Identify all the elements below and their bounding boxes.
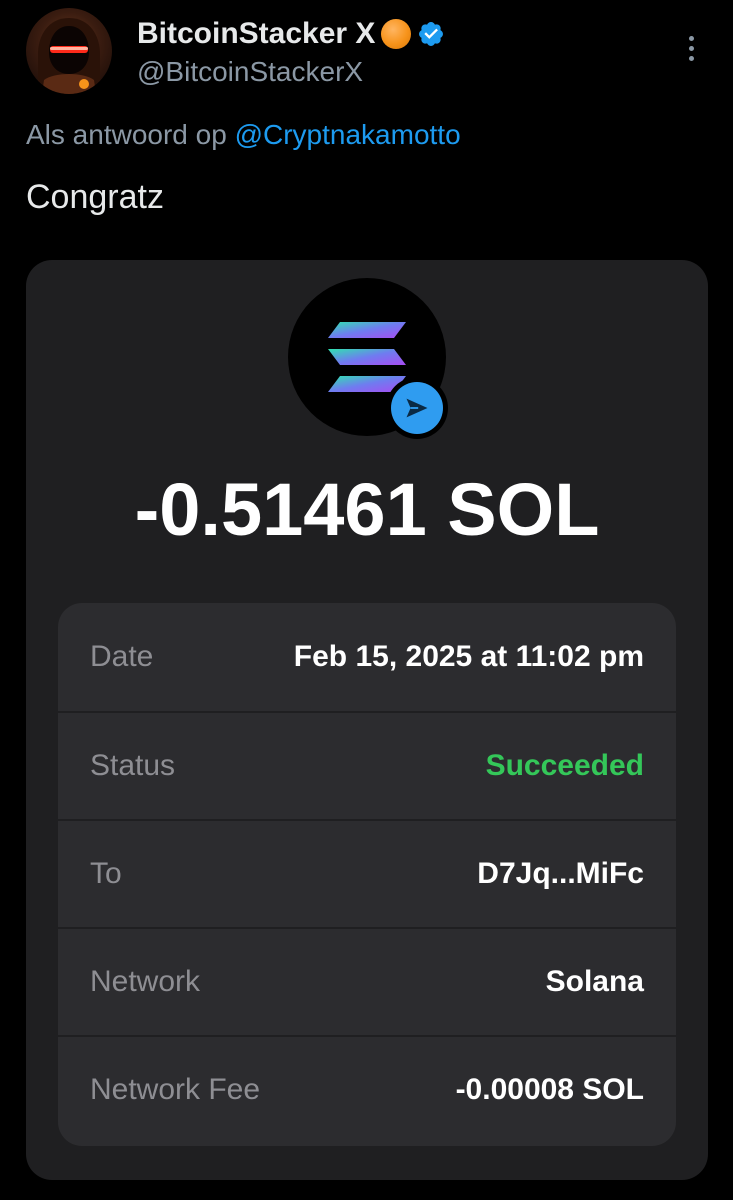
send-arrow-icon	[406, 398, 428, 418]
to-address-value: D7Jq...MiFc	[477, 857, 644, 890]
send-badge	[386, 377, 448, 439]
date-label: Date	[90, 640, 154, 673]
status-value: Succeeded	[485, 749, 644, 782]
orange-circle-emoji-icon	[381, 19, 412, 49]
to-label: To	[90, 857, 122, 890]
status-label: Status	[90, 749, 176, 782]
network-fee-label: Network Fee	[90, 1073, 261, 1106]
more-options-icon[interactable]	[676, 28, 706, 68]
author-avatar[interactable]	[26, 8, 112, 94]
reply-prefix: Als antwoord op	[26, 119, 227, 150]
author-name-row[interactable]: BitcoinStacker X	[137, 14, 445, 54]
detail-row-network-fee: Network Fee -0.00008 SOL	[58, 1035, 676, 1143]
tweet-text: Congratz	[26, 178, 164, 216]
network-label: Network	[90, 965, 201, 998]
detail-row-date: Date Feb 15, 2025 at 11:02 pm	[58, 603, 676, 711]
network-value: Solana	[545, 965, 644, 998]
transaction-amount: -0.51461 SOL	[134, 468, 600, 551]
author-display-name[interactable]: BitcoinStacker X	[137, 14, 375, 54]
detail-row-to: To D7Jq...MiFc	[58, 819, 676, 927]
network-fee-value: -0.00008 SOL	[455, 1073, 644, 1106]
verified-badge-icon	[419, 22, 444, 46]
transaction-details-panel: Date Feb 15, 2025 at 11:02 pm Status Suc…	[58, 603, 676, 1146]
date-value: Feb 15, 2025 at 11:02 pm	[293, 640, 644, 673]
attached-media-card[interactable]: -0.51461 SOL Date Feb 15, 2025 at 11:02 …	[26, 260, 708, 1180]
detail-row-network: Network Solana	[58, 927, 676, 1035]
reply-mention-link[interactable]: @Cryptnakamotto	[235, 119, 461, 150]
reply-context: Als antwoord op @Cryptnakamotto	[26, 115, 461, 155]
detail-row-status: Status Succeeded	[58, 711, 676, 819]
hooded-figure-avatar-image	[38, 18, 100, 94]
author-handle[interactable]: @BitcoinStackerX	[137, 54, 363, 90]
